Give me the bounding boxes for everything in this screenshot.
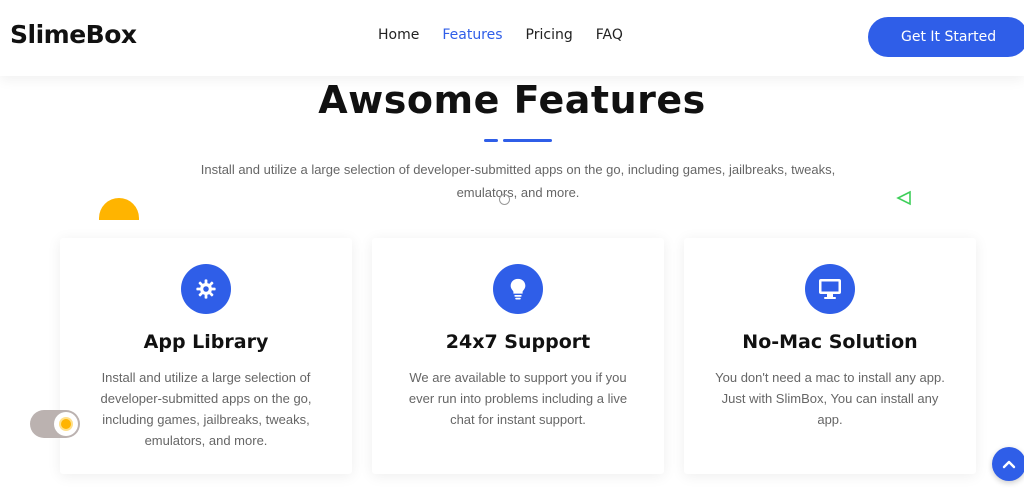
feature-card-app-library: App Library Install and utilize a large … — [60, 238, 352, 474]
section-intro: Install and utilize a large selection of… — [200, 162, 836, 200]
site-header: SlimeBox Home Features Pricing FAQ Get I… — [0, 0, 1024, 76]
nav-features[interactable]: Features — [442, 27, 502, 43]
theme-toggle[interactable] — [30, 410, 80, 438]
decorative-half-circle — [99, 198, 139, 220]
card-title: No-Mac Solution — [742, 331, 918, 353]
card-description: We are available to support you if you e… — [408, 370, 628, 427]
scroll-to-top-button[interactable] — [992, 447, 1024, 481]
title-underline-dash — [484, 139, 498, 142]
nav-home[interactable]: Home — [378, 27, 419, 43]
card-title: 24x7 Support — [445, 331, 591, 353]
feature-card-no-mac: No-Mac Solution You don't need a mac to … — [684, 238, 976, 474]
brand-logo[interactable]: SlimeBox — [10, 20, 137, 49]
title-underline-bar — [503, 139, 552, 142]
lightbulb-icon — [493, 264, 543, 314]
section-title: Awsome Features — [318, 78, 706, 122]
decorative-triangle-icon — [896, 190, 911, 206]
nav-pricing[interactable]: Pricing — [526, 27, 573, 43]
card-description: Install and utilize a large selection of… — [100, 370, 312, 448]
sun-icon — [54, 412, 78, 436]
card-description: You don't need a mac to install any app.… — [715, 370, 945, 427]
chevron-up-icon — [1002, 460, 1016, 469]
get-started-button[interactable]: Get It Started — [868, 17, 1024, 57]
monitor-icon — [805, 264, 855, 314]
card-title: App Library — [143, 331, 269, 353]
gear-icon — [181, 264, 231, 314]
feature-card-support: 24x7 Support We are available to support… — [372, 238, 664, 474]
decorative-ring — [499, 194, 510, 205]
main-nav: Home Features Pricing FAQ — [378, 27, 646, 43]
nav-faq[interactable]: FAQ — [596, 27, 623, 43]
